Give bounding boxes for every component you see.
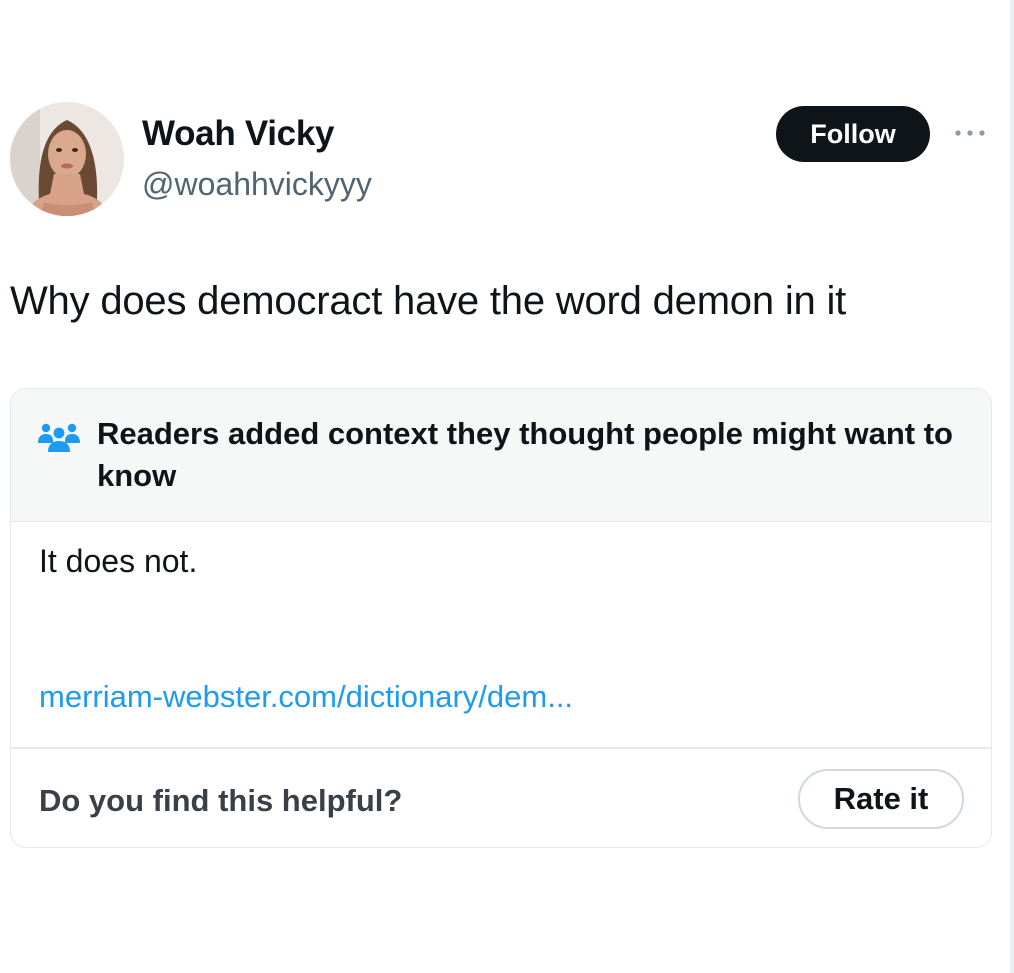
divider — [11, 747, 991, 749]
avatar[interactable] — [10, 102, 124, 216]
community-note-body: It does not. — [39, 543, 198, 579]
more-options-icon[interactable] — [950, 125, 990, 141]
community-note-card: Readers added context they thought peopl… — [10, 388, 992, 848]
right-edge-strip — [1010, 0, 1014, 973]
readers-group-icon — [38, 423, 80, 452]
tweet-text: Why does democract have the word demon i… — [10, 279, 847, 323]
helpful-question: Do you find this helpful? — [39, 783, 403, 818]
community-note-header: Readers added context they thought peopl… — [11, 389, 991, 522]
source-link[interactable]: merriam-webster.com/dictionary/dem... — [39, 679, 573, 715]
author-display-name[interactable]: Woah Vicky — [142, 114, 334, 154]
follow-button[interactable]: Follow — [776, 106, 930, 162]
avatar-image — [10, 102, 124, 216]
rate-it-button[interactable]: Rate it — [798, 769, 964, 829]
community-note-title: Readers added context they thought peopl… — [97, 416, 953, 493]
author-handle[interactable]: @woahhvickyyy — [142, 166, 372, 203]
